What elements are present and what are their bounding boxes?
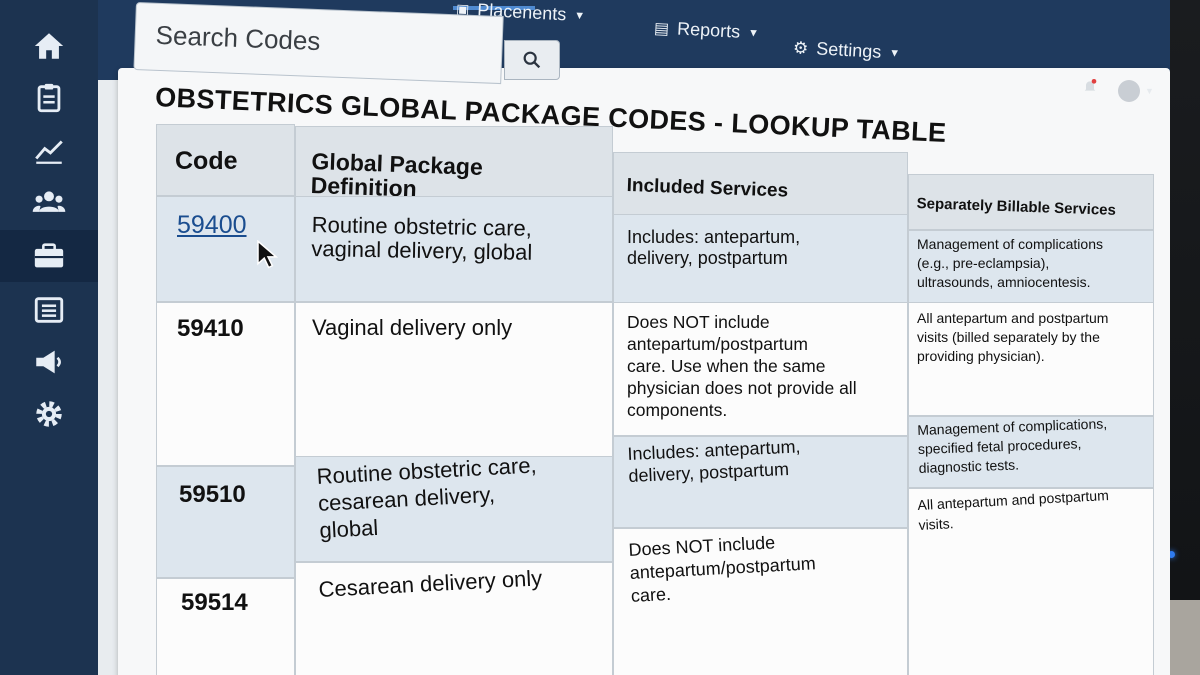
gear-icon [36, 401, 62, 427]
sidebar-item-briefcase[interactable] [0, 230, 98, 282]
sidebar-item-users[interactable] [0, 176, 98, 228]
included-text: Does NOT include antepartum/postpartum c… [628, 532, 817, 606]
column-header-label: Separately Billable Services [916, 195, 1117, 219]
nav-settings-label: Settings [815, 38, 882, 62]
megaphone-icon [36, 350, 61, 374]
app-screen: ▣ Placenents ▼ ▤ Reports ▼ ⚙ Settings ▼ … [0, 0, 1170, 675]
search-input[interactable] [152, 13, 489, 69]
included-text: Includes: antepartum, delivery, postpart… [627, 227, 801, 268]
codes-table: Code Global Package Definition Included … [156, 124, 1156, 675]
search-icon [523, 51, 541, 69]
code-text: 59510 [179, 481, 246, 508]
sidebar-item-announcements[interactable] [0, 336, 98, 388]
column-header-label: Global Package Definition [310, 148, 484, 202]
table-cell-billable: Management of complications, specified f… [908, 416, 1154, 488]
table-cell-billable: All antepartum and postpartum visits. [908, 488, 1154, 675]
list-icon [34, 297, 64, 323]
table-cell-included: Includes: antepartum, delivery, postpart… [613, 214, 908, 304]
table-cell-definition: Vaginal delivery only [295, 302, 613, 462]
table-row: 59410 [156, 302, 295, 466]
code-link[interactable]: 59400 [177, 211, 247, 240]
chevron-down-icon[interactable]: ▼ [1145, 86, 1154, 96]
table-cell-included: Does NOT include antepartum/postpartum c… [613, 528, 908, 675]
included-text: Includes: antepartum, delivery, postpart… [627, 436, 801, 486]
gear-icon: ⚙ [792, 37, 809, 58]
clipboard-icon [37, 83, 61, 113]
definition-text: Routine obstetric care, cesarean deliver… [316, 456, 538, 543]
table-row: 59514 [156, 578, 295, 675]
table-row: 59510 [156, 466, 295, 578]
table-cell-billable: Management of complications (e.g., pre-e… [908, 230, 1154, 304]
column-header-label: Code [175, 147, 238, 175]
briefcase-icon [34, 243, 64, 268]
billable-text: All antepartum and postpartum visits (bi… [917, 310, 1109, 364]
table-cell-billable: All antepartum and postpartum visits (bi… [908, 302, 1154, 416]
chevron-down-icon: ▼ [747, 26, 760, 40]
reports-icon: ▤ [653, 19, 670, 38]
nav-reports-label: Reports [676, 18, 741, 42]
definition-text: Vaginal delivery only [312, 315, 513, 340]
definition-text: Routine obstetric care, vaginal delivery… [311, 212, 533, 265]
sidebar-item-clipboard[interactable] [0, 72, 98, 124]
table-cell-definition: Cesarean delivery only [295, 562, 613, 675]
sidebar-item-home[interactable] [0, 20, 98, 72]
search-box [133, 2, 504, 85]
sidebar-item-analytics[interactable] [0, 124, 98, 176]
definition-text: Cesarean delivery only [318, 565, 543, 602]
billable-text: Management of complications (e.g., pre-e… [917, 236, 1103, 290]
table-cell-definition: Routine obstetric care, vaginal delivery… [295, 196, 613, 302]
chevron-down-icon: ▼ [573, 9, 586, 22]
table-cell-definition: Routine obstetric care, cesarean deliver… [295, 456, 613, 562]
sidebar-item-settings[interactable] [0, 388, 98, 440]
avatar[interactable] [1118, 80, 1140, 102]
code-text: 59410 [177, 315, 244, 342]
included-text: Does NOT include antepartum/postpartum c… [627, 312, 857, 420]
billable-text: Management of complications, specified f… [917, 416, 1108, 476]
search-button[interactable] [504, 40, 560, 80]
table-cell-included: Does NOT include antepartum/postpartum c… [613, 302, 908, 436]
users-icon [32, 191, 66, 212]
column-header-billable: Separately Billable Services [908, 174, 1154, 230]
column-header-label: Included Services [626, 175, 789, 202]
notification-bell-icon[interactable] [1082, 78, 1098, 94]
billable-text: All antepartum and postpartum visits. [917, 488, 1110, 533]
mouse-cursor-icon [257, 240, 279, 269]
column-header-code: Code [156, 124, 295, 196]
code-text: 59514 [181, 589, 248, 616]
table-cell-included: Includes: antepartum, delivery, postpart… [613, 436, 908, 528]
nav-settings[interactable]: ⚙ Settings ▼ [793, 37, 901, 64]
nav-reports[interactable]: ▤ Reports ▼ [654, 17, 760, 43]
sidebar-item-list[interactable] [0, 284, 98, 336]
sidebar [0, 0, 98, 675]
home-icon [34, 33, 64, 59]
chevron-down-icon: ▼ [888, 46, 901, 60]
chart-icon [35, 140, 63, 164]
